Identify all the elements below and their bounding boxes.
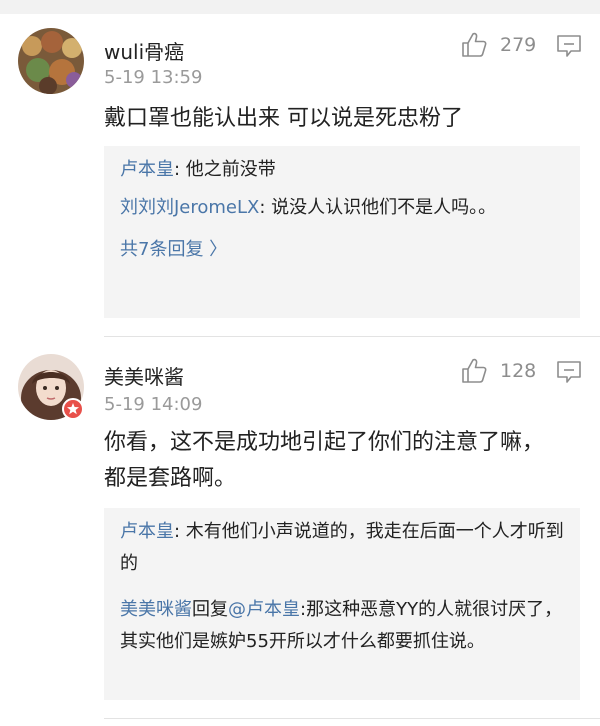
reply-box: 卢本皇: 他之前没带 刘刘刘JeromeLX: 说没人认识他们不是人吗。。 共7…	[104, 146, 580, 318]
comment-page: wuli骨癌 5-19 13:59 279 戴口罩也能认出来 可以说是死忠粉了 …	[0, 0, 600, 726]
reply-mention[interactable]: @卢本皇	[228, 599, 300, 620]
reply-item[interactable]: 美美咪酱回复@卢本皇:那这种恶意YY的人就很讨厌了，其实他们是嫉妒55开所以才什…	[120, 594, 564, 658]
reply-separator: :	[174, 159, 186, 180]
timestamp: 5-19 13:59	[104, 67, 203, 88]
reply-box: 卢本皇: 木有他们小声说道的，我走在后面一个人才听到的 美美咪酱回复@卢本皇:那…	[104, 508, 580, 700]
reply-text: 木有他们小声说道的，我走在后面一个人才听到的	[120, 521, 564, 574]
verified-badge-icon	[62, 398, 84, 420]
reply-text: 说没人认识他们不是人吗。。	[271, 197, 497, 218]
like-button[interactable]: 128	[460, 357, 536, 385]
top-divider	[0, 0, 600, 14]
reply-separator: :	[174, 521, 186, 542]
username[interactable]: 美美咪酱	[104, 361, 184, 390]
comment-bubble-icon[interactable]	[556, 360, 582, 384]
more-replies-link[interactable]: 共7条回复 〉	[120, 234, 564, 266]
reply-item[interactable]: 卢本皇: 木有他们小声说道的，我走在后面一个人才听到的	[120, 516, 564, 580]
reply-author[interactable]: 卢本皇	[120, 521, 174, 542]
reply-text: 他之前没带	[185, 159, 276, 180]
reply-label: 回复	[192, 599, 228, 620]
avatar[interactable]	[18, 28, 84, 94]
like-button[interactable]: 279	[460, 31, 536, 59]
reply-item[interactable]: 刘刘刘JeromeLX: 说没人认识他们不是人吗。。	[120, 192, 564, 224]
timestamp: 5-19 14:09	[104, 394, 203, 415]
like-count: 128	[500, 360, 537, 382]
thumbs-up-icon	[462, 32, 487, 57]
reply-item[interactable]: 卢本皇: 他之前没带	[120, 154, 564, 186]
comment-text: 戴口罩也能认出来 可以说是死忠粉了	[104, 106, 463, 131]
comment-text: 你看，这不是成功地引起了你们的注意了嘛，都是套路啊。	[104, 430, 545, 491]
reply-author[interactable]: 刘刘刘JeromeLX	[120, 197, 259, 218]
comment-divider	[104, 336, 600, 337]
like-count: 279	[500, 34, 537, 56]
thumbs-up-icon	[462, 358, 487, 383]
comment-divider	[104, 718, 600, 719]
comment-bubble-icon[interactable]	[556, 34, 582, 58]
reply-author[interactable]: 卢本皇	[120, 159, 174, 180]
username[interactable]: wuli骨癌	[104, 36, 184, 65]
reply-separator: :	[259, 197, 272, 218]
reply-author[interactable]: 美美咪酱	[120, 599, 192, 620]
